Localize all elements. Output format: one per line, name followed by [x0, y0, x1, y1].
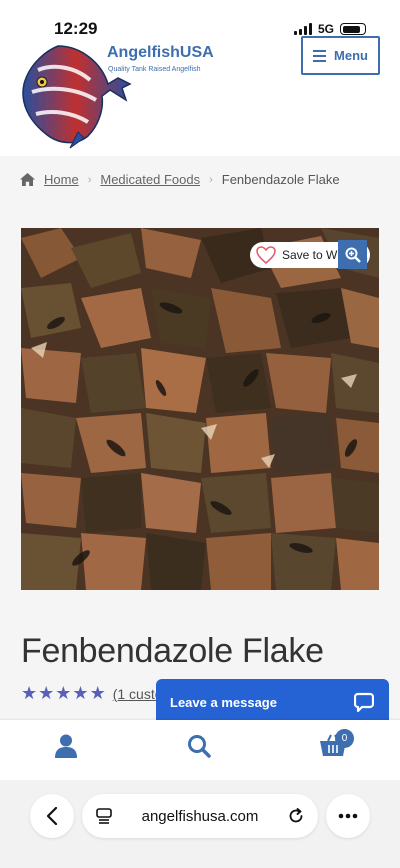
star-icon: ★	[89, 683, 106, 703]
breadcrumb-separator: ›	[209, 173, 213, 186]
more-options-button[interactable]	[326, 794, 370, 838]
heart-icon	[256, 246, 276, 264]
search-icon[interactable]	[187, 734, 211, 758]
back-button[interactable]	[30, 794, 74, 838]
breadcrumb-current: Fenbendazole Flake	[221, 172, 340, 187]
star-icon: ★	[55, 683, 72, 703]
back-icon	[46, 807, 58, 825]
breadcrumb-separator: ›	[87, 173, 92, 186]
status-time: 12:29	[54, 19, 98, 38]
star-icon: ★	[38, 683, 55, 703]
star-icon: ★	[72, 683, 89, 703]
product-title: Fenbendazole Flake	[21, 632, 324, 670]
breadcrumb-home-link[interactable]: Home	[44, 172, 79, 187]
status-icons: 5G	[293, 22, 366, 36]
hamburger-icon	[313, 49, 327, 62]
menu-button[interactable]: Menu	[301, 36, 380, 75]
zoom-button[interactable]	[338, 240, 367, 269]
home-icon	[20, 173, 35, 186]
network-label: 5G	[317, 22, 334, 36]
battery-icon	[340, 23, 366, 35]
reader-icon[interactable]	[96, 808, 112, 824]
star-icon: ★	[21, 683, 38, 703]
signal-icon	[293, 23, 312, 35]
rating-stars: ★ ★ ★ ★ ★	[21, 683, 106, 704]
fish-flakes-photo	[21, 228, 379, 590]
leave-message-chat-button[interactable]: Leave a message	[156, 679, 389, 725]
menu-label: Menu	[334, 48, 368, 63]
breadcrumb-category-link[interactable]: Medicated Foods	[100, 172, 200, 187]
address-bar[interactable]: angelfishusa.com	[82, 794, 318, 838]
url-text: angelfishusa.com	[141, 807, 259, 825]
zoom-icon	[345, 247, 361, 263]
reload-icon[interactable]	[288, 808, 304, 824]
chat-bubble-icon	[354, 692, 374, 712]
status-bar: 12:29 5G	[0, 0, 400, 40]
chat-label: Leave a message	[170, 694, 277, 710]
browser-toolbar: angelfishusa.com	[0, 780, 400, 868]
site-header: AngelfishUSA Quality Tank Raised Angelfi…	[0, 36, 400, 156]
more-icon	[338, 813, 358, 819]
breadcrumb: Home › Medicated Foods › Fenbendazole Fl…	[20, 172, 340, 187]
user-icon[interactable]	[55, 734, 77, 758]
cart-count-badge: 0	[335, 729, 354, 748]
site-tagline: Quality Tank Raised Angelfish	[108, 66, 201, 73]
site-name[interactable]: AngelfishUSA	[107, 44, 214, 62]
product-image[interactable]	[21, 228, 379, 590]
